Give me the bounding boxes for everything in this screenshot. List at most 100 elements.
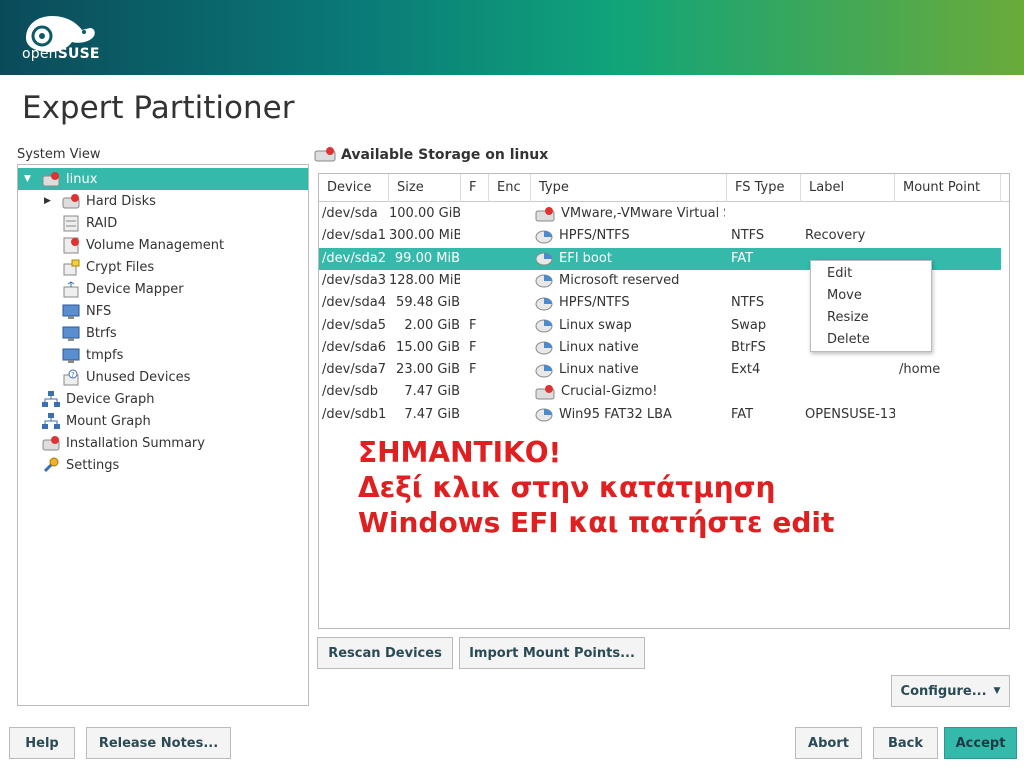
tree-item-linux[interactable]: ▼ linux	[18, 168, 308, 190]
cell-enc	[497, 203, 527, 225]
cell-fs-type	[731, 203, 801, 225]
column-header-device[interactable]: Device	[319, 174, 389, 202]
storage-table[interactable]: Device Size F Enc Type FS Type Label Mou…	[318, 173, 1010, 629]
cell-type: Crucial-Gizmo!	[535, 381, 725, 403]
cell-size: 2.00 GiB	[404, 317, 460, 333]
tree-item-mount-graph[interactable]: Mount Graph	[18, 410, 308, 432]
collapsed-arrow-icon[interactable]: ▶	[44, 196, 51, 206]
page-title: Expert Partitioner	[22, 90, 295, 126]
cell-fs-type	[731, 381, 801, 403]
import-mount-points-button[interactable]: Import Mount Points...	[459, 637, 645, 669]
type-label: Linux native	[559, 362, 639, 378]
table-row[interactable]: /dev/sda 100.00 GiB VMware,-VMware Virtual…	[319, 203, 1001, 225]
cell-type: Win95 FAT32 LBA	[535, 404, 725, 426]
column-header-mount-point[interactable]: Mount Point	[895, 174, 1001, 202]
cell-f: F	[469, 362, 477, 378]
context-menu-edit[interactable]: Edit	[827, 266, 852, 281]
tree-item-tmpfs[interactable]: tmpfs	[18, 344, 308, 366]
tree-item-nfs[interactable]: NFS	[18, 300, 308, 322]
column-header-size[interactable]: Size	[389, 174, 461, 202]
help-button[interactable]: Help	[9, 727, 75, 759]
cell-type: HPFS/NTFS	[535, 225, 725, 247]
type-label: Win95 FAT32 LBA	[559, 406, 672, 422]
column-header-fs-type[interactable]: FS Type	[727, 174, 801, 202]
rescan-devices-button[interactable]: Rescan Devices	[317, 637, 453, 669]
cell-label: OPENSUSE-13	[805, 406, 895, 422]
cell-label: Recovery	[805, 228, 866, 244]
column-header-label[interactable]: Label	[801, 174, 895, 202]
partition-icon	[535, 319, 553, 333]
type-label: EFI boot	[559, 250, 612, 266]
column-header-type[interactable]: Type	[531, 174, 727, 202]
cell-mount	[899, 203, 999, 225]
tree-item-settings[interactable]: Settings	[18, 454, 308, 476]
cell-mount	[899, 225, 999, 247]
cell-size: 128.00 MiB	[389, 272, 460, 288]
cell-type: Linux native	[535, 337, 725, 359]
release-notes-button[interactable]: Release Notes...	[86, 727, 231, 759]
device-mapper-icon	[63, 280, 79, 297]
cell-device: /dev/sda4	[322, 295, 386, 311]
cell-fs-type: FAT	[731, 406, 754, 422]
summary-icon	[42, 435, 60, 450]
cell-size: 7.47 GiB	[404, 384, 460, 400]
cell-enc	[497, 404, 527, 426]
cell-f	[469, 248, 487, 270]
table-row[interactable]: /dev/sda1 300.00 MiB HPFS/NTFS NTFS Recovery	[319, 225, 1001, 247]
cell-enc	[497, 337, 527, 359]
cell-device: /dev/sda2	[322, 250, 386, 266]
column-header-enc[interactable]: Enc	[489, 174, 531, 202]
tree-item-volume-management[interactable]: Volume Management	[18, 234, 308, 256]
cell-device: /dev/sda3	[322, 272, 386, 288]
context-menu-move[interactable]: Move	[827, 288, 862, 303]
table-header: Device Size F Enc Type FS Type Label Mou…	[319, 174, 1009, 202]
dropdown-arrow-icon: ▼	[993, 686, 1001, 696]
tree-item-hard-disks[interactable]: ▶ Hard Disks	[18, 190, 308, 212]
tree-item-device-graph[interactable]: Device Graph	[18, 388, 308, 410]
cell-size: 100.00 GiB	[389, 206, 460, 221]
cell-f	[469, 292, 487, 314]
hard-disk-icon	[62, 193, 80, 208]
tree-item-installation-summary[interactable]: Installation Summary	[18, 432, 308, 454]
configure-button[interactable]: Configure... ▼	[891, 675, 1010, 707]
tree-item-crypt-files[interactable]: Crypt Files	[18, 256, 308, 278]
cell-size: 23.00 GiB	[396, 362, 460, 378]
cell-type: HPFS/NTFS	[535, 292, 725, 314]
cell-device: /dev/sda1	[322, 228, 386, 244]
cell-enc	[497, 225, 527, 247]
partition-icon	[535, 408, 553, 422]
accept-button[interactable]: Accept	[944, 727, 1017, 759]
back-button[interactable]: Back	[873, 727, 938, 759]
system-view-tree[interactable]: ▼ linux ▶ Hard Disks RAID Volume Managem…	[17, 164, 309, 706]
type-label: HPFS/NTFS	[559, 295, 630, 311]
hard-disk-icon	[535, 207, 555, 222]
logo-wordmark: openSUSE	[22, 46, 100, 62]
context-menu-resize[interactable]: Resize	[827, 310, 869, 325]
context-menu: Edit Move Resize Delete	[810, 260, 932, 352]
table-row[interactable]: /dev/sdb1 7.47 GiB Win95 FAT32 LBA FAT OPENS…	[319, 404, 1001, 426]
tree-item-unused-devices[interactable]: ? Unused Devices	[18, 366, 308, 388]
table-row[interactable]: /dev/sdb 7.47 GiB Crucial-Gizmo!	[319, 381, 1001, 403]
tree-item-btrfs[interactable]: Btrfs	[18, 322, 308, 344]
cell-label	[805, 203, 895, 225]
cell-fs-type	[731, 270, 801, 292]
type-label: Crucial-Gizmo!	[561, 384, 658, 400]
nfs-icon	[62, 304, 80, 319]
column-header-f[interactable]: F	[461, 174, 489, 202]
abort-button[interactable]: Abort	[795, 727, 862, 759]
hard-disk-icon	[314, 147, 336, 162]
cell-enc	[497, 381, 527, 403]
tree-item-raid[interactable]: RAID	[18, 212, 308, 234]
expanded-arrow-icon[interactable]: ▼	[24, 174, 31, 184]
cell-enc	[497, 359, 527, 381]
cell-f	[469, 270, 487, 292]
cell-f	[469, 381, 487, 403]
type-label: HPFS/NTFS	[559, 228, 630, 244]
cell-device: /dev/sda	[322, 206, 378, 221]
settings-icon	[43, 457, 59, 472]
table-row[interactable]: /dev/sda7 23.00 GiB F Linux native Ext4/home	[319, 359, 1001, 381]
cell-f: F	[469, 317, 477, 333]
context-menu-delete[interactable]: Delete	[827, 332, 870, 347]
tree-item-device-mapper[interactable]: Device Mapper	[18, 278, 308, 300]
cell-device: /dev/sda7	[322, 362, 386, 378]
